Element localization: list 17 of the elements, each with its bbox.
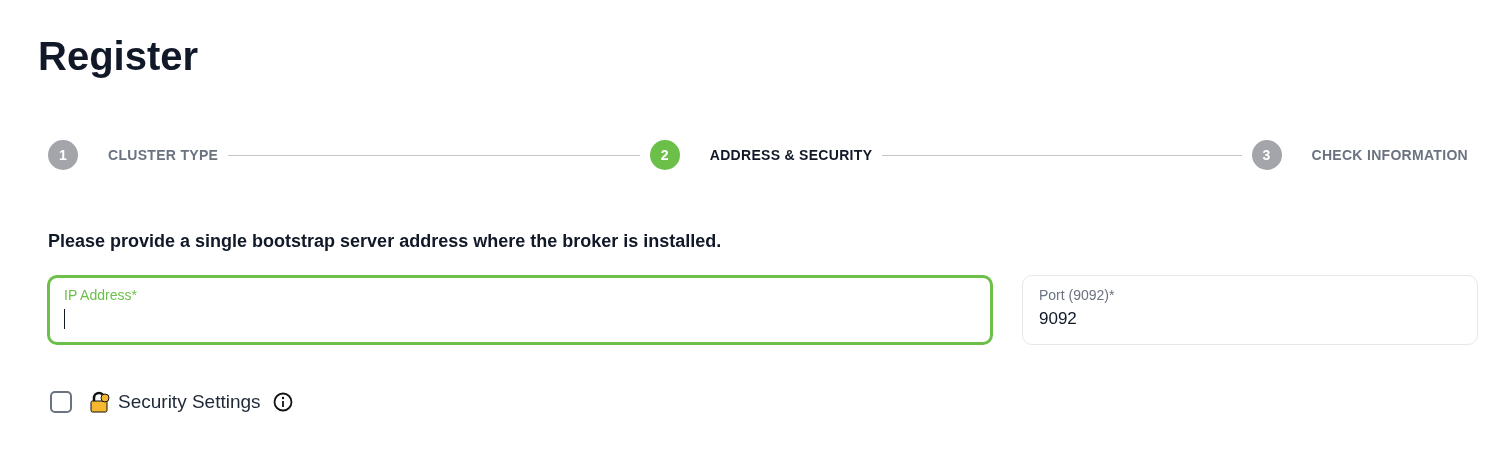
field-label: Port (9092)* [1039,286,1116,304]
step-number: 2 [649,140,680,170]
field-label: IP Address* [64,286,138,304]
lock-key-icon [89,391,111,414]
input-field[interactable]: Port (9092)* 9092 [1022,275,1478,345]
checkbox[interactable] [50,391,72,414]
step-label: ADDRESS & SECURITY [709,145,873,165]
field-value: 9092 [1039,308,1077,331]
step-number: 3 [1251,140,1282,170]
page-title: Register [38,33,199,80]
text-cursor-icon [64,309,65,329]
step-label: CLUSTER TYPE [108,145,219,165]
instruction-text: Please provide a single bootstrap server address where the broker is installed. [48,230,722,253]
security-label: Security Settings [118,390,261,414]
info-icon[interactable] [272,392,293,413]
step-label: CHECK INFORMATION [1311,145,1468,165]
step-number: 1 [48,140,78,170]
